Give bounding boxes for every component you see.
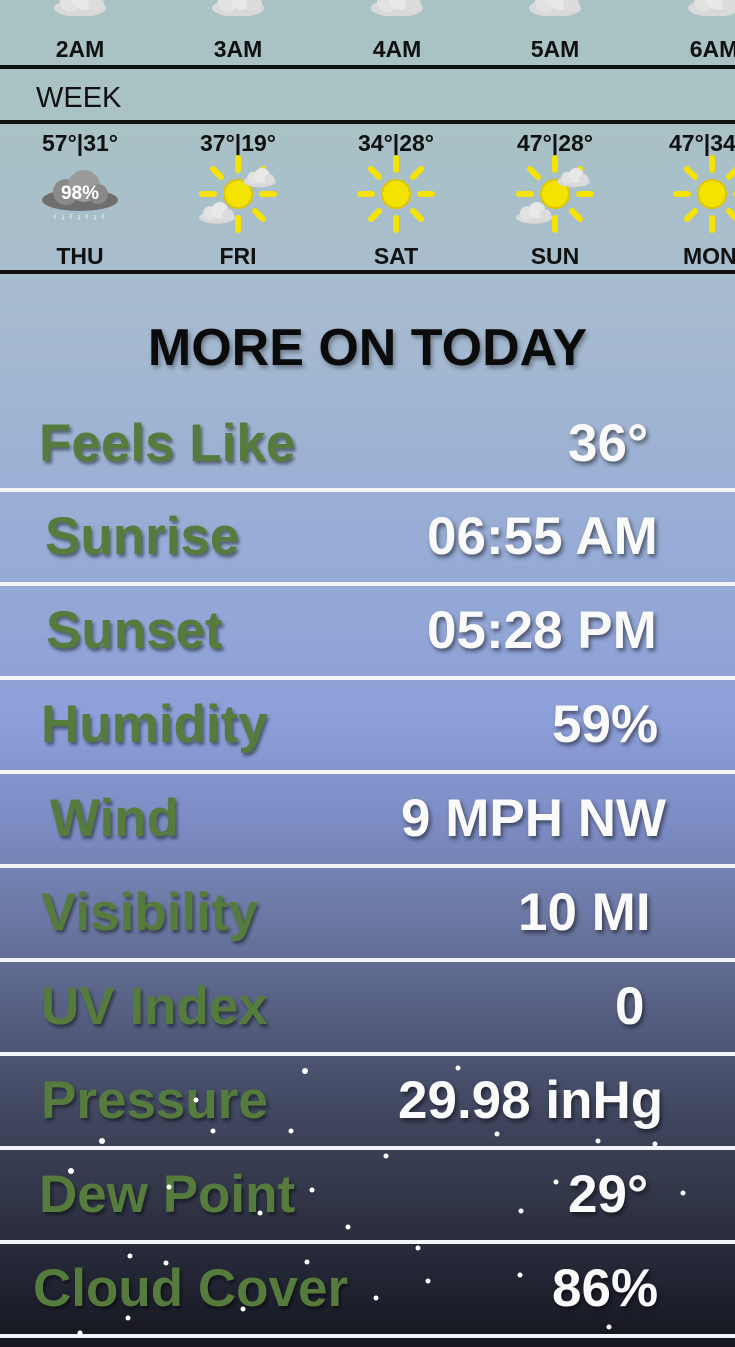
day-name: MON (683, 243, 735, 269)
hour-item[interactable]: 6AM (654, 0, 735, 66)
cloud-icon (54, 0, 106, 16)
row-value: 29° (568, 1165, 649, 1224)
day-name: FRI (219, 243, 257, 269)
hour-item[interactable]: 5AM (495, 0, 615, 66)
cloud-icon (371, 0, 423, 16)
day-item[interactable]: 37°|19° FRI (173, 124, 303, 270)
divider (0, 65, 735, 69)
hour-item[interactable]: 2AM (20, 0, 140, 66)
cloud-icon (212, 0, 264, 16)
row-label: Pressure (41, 1071, 268, 1130)
rain-cloud-icon: 98% (42, 170, 118, 220)
row-label: Visibility (41, 883, 258, 942)
row-label: UV Index (41, 977, 268, 1036)
day-name: SAT (373, 243, 419, 269)
cloud-icon (688, 0, 735, 16)
divider (0, 270, 735, 274)
day-temps: 47°|28° (517, 130, 593, 156)
row-value: 29.98 inHg (398, 1071, 664, 1130)
day-name: THU (56, 243, 104, 269)
row-label: Feels Like (39, 414, 296, 473)
hour-item[interactable]: 3AM (178, 0, 298, 66)
day-item[interactable]: 47°|34° MON (647, 124, 735, 270)
hour-item[interactable]: 4AM (337, 0, 457, 66)
detail-row-dew-point: Dew Point 29° (0, 1150, 735, 1240)
partly-sunny-icon (198, 154, 278, 234)
detail-row-wind: Wind 9 MPH NW (0, 774, 735, 864)
precip-chance: 98% (61, 183, 99, 204)
detail-row-uv-index: UV Index 0 (0, 962, 735, 1052)
hour-label: 5AM (530, 36, 580, 62)
row-label: Wind (50, 789, 180, 848)
day-name: SUN (530, 243, 580, 269)
hour-label: 2AM (55, 36, 105, 62)
row-label: Sunrise (45, 507, 240, 566)
row-value: 36° (568, 414, 649, 473)
row-value: 06:55 AM (427, 507, 658, 566)
detail-row-humidity: Humidity 59% (0, 680, 735, 770)
hourly-forecast[interactable]: 2AM 3AM 4AM 5AM 6AM (0, 0, 735, 66)
day-temps: 34°|28° (358, 130, 434, 156)
day-temps: 37°|19° (200, 130, 276, 156)
hour-label: 6AM (689, 36, 735, 62)
row-label: Cloud Cover (33, 1259, 349, 1318)
row-divider (0, 1334, 735, 1338)
day-temps: 47°|34° (669, 130, 735, 156)
detail-row-sunrise: Sunrise 06:55 AM (0, 492, 735, 582)
week-label: WEEK (36, 82, 122, 114)
detail-row-feels-like: Feels Like 36° (0, 399, 735, 489)
row-value: 05:28 PM (427, 601, 657, 660)
row-value: 9 MPH NW (401, 789, 666, 848)
partly-sunny-icon (515, 154, 595, 234)
row-label: Humidity (41, 695, 268, 754)
day-item[interactable]: 34°|28° SAT (331, 124, 461, 270)
detail-row-visibility: Visibility 10 MI (0, 868, 735, 958)
day-item[interactable]: 57°|31° 98% THU (15, 124, 145, 270)
row-value: 0 (615, 977, 645, 1036)
sun-icon (356, 154, 436, 234)
row-label: Sunset (46, 601, 223, 660)
detail-row-sunset: Sunset 05:28 PM (0, 586, 735, 676)
hour-label: 3AM (213, 36, 263, 62)
row-value: 59% (552, 695, 659, 754)
sun-icon (672, 154, 735, 234)
day-temps: 57°|31° (42, 130, 118, 156)
section-title: MORE ON TODAY (147, 319, 588, 377)
row-label: Dew Point (39, 1165, 296, 1224)
row-value: 86% (552, 1259, 659, 1318)
hour-label: 4AM (372, 36, 422, 62)
detail-row-pressure: Pressure 29.98 inHg (0, 1056, 735, 1146)
day-item[interactable]: 47°|28° SUN (490, 124, 620, 270)
detail-row-cloud-cover: Cloud Cover 86% (0, 1244, 735, 1334)
row-value: 10 MI (518, 883, 651, 942)
cloud-icon (529, 0, 581, 16)
